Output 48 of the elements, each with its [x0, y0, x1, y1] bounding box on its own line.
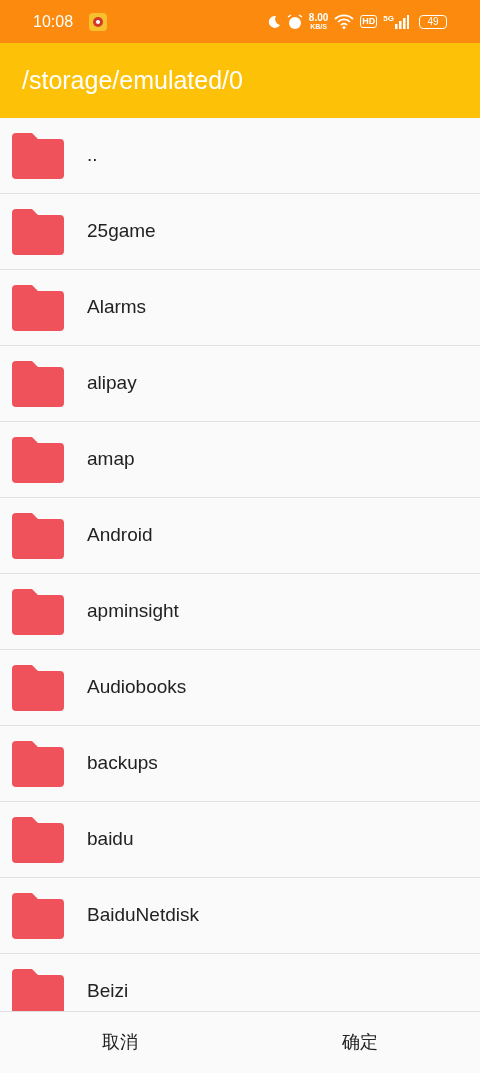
folder-row[interactable]: Audiobooks	[0, 650, 480, 726]
folder-icon	[10, 436, 66, 483]
folder-row[interactable]: apminsight	[0, 574, 480, 650]
file-name: BaiduNetdisk	[87, 903, 199, 928]
folder-icon	[10, 284, 66, 331]
file-name: Beizi	[87, 979, 129, 1004]
folder-icon	[10, 816, 66, 863]
folder-row[interactable]: Alarms	[0, 270, 480, 346]
file-name: backups	[87, 751, 158, 776]
signal-icon	[395, 14, 409, 29]
folder-row[interactable]: alipay	[0, 346, 480, 422]
folder-icon	[10, 132, 66, 179]
cancel-button[interactable]: 取消	[0, 1012, 240, 1073]
folder-row[interactable]: amap	[0, 422, 480, 498]
hd-badge: HD	[360, 15, 378, 28]
folder-icon	[10, 512, 66, 559]
app-icon	[89, 12, 108, 31]
folder-icon	[10, 892, 66, 939]
alarm-icon	[286, 13, 303, 30]
file-name: apminsight	[87, 599, 179, 624]
folder-icon	[10, 208, 66, 255]
file-name: Alarms	[87, 295, 147, 320]
battery-indicator: 49	[419, 14, 447, 29]
folder-row[interactable]: baidu	[0, 802, 480, 878]
file-name: 25game	[87, 219, 156, 244]
folder-icon	[10, 968, 66, 1011]
network-type: 5G	[383, 14, 394, 23]
folder-icon	[10, 588, 66, 635]
clock-text: 10:08	[33, 11, 74, 32]
path-title: /storage/emulated/0	[22, 64, 243, 96]
folder-icon	[10, 360, 66, 407]
folder-row[interactable]: backups	[0, 726, 480, 802]
wifi-icon	[334, 14, 355, 29]
folder-row[interactable]: Android	[0, 498, 480, 574]
file-name: Audiobooks	[87, 675, 187, 700]
file-name: alipay	[87, 371, 137, 396]
folder-icon	[10, 664, 66, 711]
file-name: ..	[87, 143, 98, 168]
folder-row[interactable]: ..	[0, 118, 480, 194]
speed-value: 8.00	[308, 13, 329, 23]
file-name: Android	[87, 523, 153, 548]
moon-icon	[266, 14, 281, 29]
file-name: baidu	[87, 827, 134, 852]
folder-row[interactable]: BaiduNetdisk	[0, 878, 480, 954]
file-name: amap	[87, 447, 135, 472]
folder-row[interactable]: 25game	[0, 194, 480, 270]
folder-icon	[10, 740, 66, 787]
confirm-button[interactable]: 确定	[240, 1012, 480, 1073]
